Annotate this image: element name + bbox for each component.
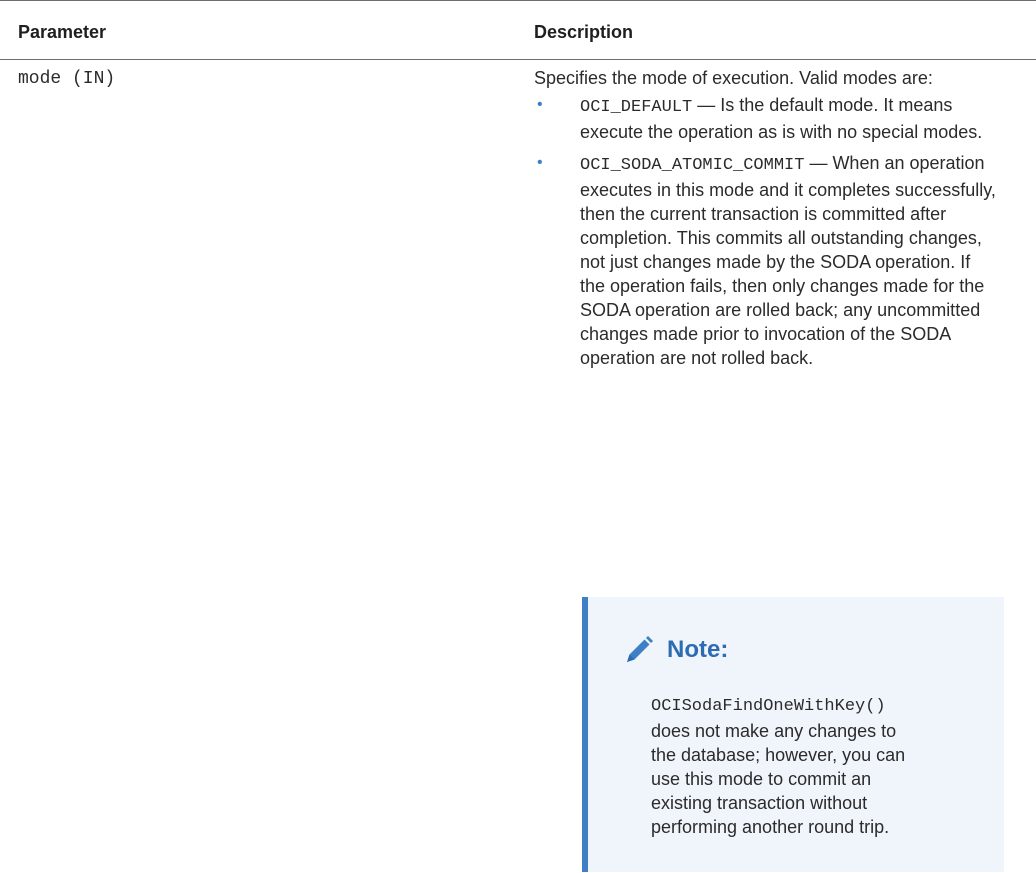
mode-list: • OCI_DEFAULT — Is the default mode. It … (534, 93, 1014, 370)
note-title: Note: (667, 636, 729, 663)
list-item: • OCI_SODA_ATOMIC_COMMIT — When an opera… (534, 151, 1000, 370)
header-rule (0, 59, 1036, 60)
table-header-row: Parameter Description (0, 1, 1036, 59)
note-function-code: OCISodaFindOneWithKey() (651, 697, 886, 716)
pencil-icon (627, 636, 653, 662)
parameter-column-header: Parameter (18, 22, 107, 42)
bullet-icon: • (537, 96, 543, 113)
description-cell: Specifies the mode of execution. Valid m… (534, 66, 1014, 377)
note-body: OCISodaFindOneWithKey() does not make an… (651, 692, 921, 839)
bullet-icon: • (537, 154, 543, 171)
parameter-name: mode (IN) (18, 69, 116, 89)
mode-code: OCI_SODA_ATOMIC_COMMIT (580, 156, 805, 175)
note-callout: Note: OCISodaFindOneWithKey() does not m… (582, 597, 1004, 872)
mode-description: — When an operation executes in this mod… (580, 153, 996, 368)
list-item: • OCI_DEFAULT — Is the default mode. It … (534, 93, 1000, 144)
note-text: does not make any changes to the databas… (651, 721, 906, 837)
description-column-header: Description (534, 22, 634, 42)
description-intro: Specifies the mode of execution. Valid m… (534, 68, 933, 88)
mode-code: OCI_DEFAULT (580, 98, 693, 117)
